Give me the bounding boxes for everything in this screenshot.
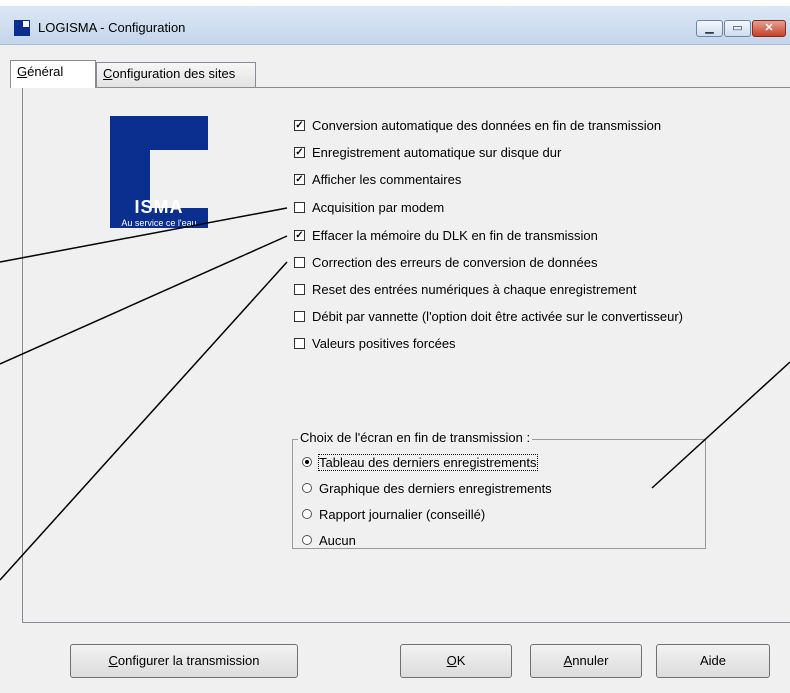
ok-label: K xyxy=(456,653,466,668)
option-label: Conversion automatique des données en fi… xyxy=(312,117,662,133)
tab-sites-config[interactable]: Configuration des sites xyxy=(96,62,256,87)
maximize-button[interactable]: ▭ xyxy=(724,20,751,37)
option-checkbox[interactable]: ✓ xyxy=(294,146,305,158)
maximize-icon: ▭ xyxy=(732,22,743,34)
ok-button[interactable]: OK xyxy=(400,644,512,678)
configure-mnemonic: C xyxy=(108,653,118,668)
option-checkbox[interactable] xyxy=(294,310,305,322)
screen-choice-option[interactable]: Tableau des derniers enregistrements xyxy=(302,452,538,472)
radio-label: Rapport journalier (conseillé) xyxy=(319,506,486,522)
help-button[interactable]: Aide xyxy=(656,644,770,678)
cancel-mnemonic: A xyxy=(563,653,573,668)
tab-general[interactable]: Général xyxy=(10,60,96,88)
cancel-button[interactable]: Annuler xyxy=(530,644,642,678)
option-checkbox[interactable] xyxy=(294,201,305,213)
isma-logo: ISMA Au service ce l'eau xyxy=(110,116,208,228)
option-checkbox[interactable]: ✓ xyxy=(294,173,305,185)
option-row[interactable]: Reset des entrées numériques à chaque en… xyxy=(294,279,636,299)
close-icon: ✕ xyxy=(764,22,774,34)
close-button[interactable]: ✕ xyxy=(752,20,786,37)
minimize-button[interactable]: ▁ xyxy=(696,20,723,37)
option-checkbox[interactable] xyxy=(294,256,305,268)
tab-sites-mnemonic: C xyxy=(103,66,113,81)
configure-transmission-button[interactable]: Configurer la transmission xyxy=(70,644,298,678)
radio-button[interactable] xyxy=(302,457,312,467)
minimize-icon: ▁ xyxy=(705,22,714,34)
option-label: Valeurs positives forcées xyxy=(312,335,456,351)
title-bar[interactable]: LOGISMA - Configuration ▁ ▭ ✕ xyxy=(0,6,790,45)
option-label: Reset des entrées numériques à chaque en… xyxy=(312,281,637,297)
option-checkbox[interactable] xyxy=(294,283,305,295)
logo-tagline: Au service ce l'eau xyxy=(121,218,197,228)
option-label: Acquisition par modem xyxy=(312,199,445,215)
screen-choice-title: Choix de l'écran en fin de transmission … xyxy=(298,430,533,445)
option-row[interactable]: ✓ Afficher les commentaires xyxy=(294,169,461,189)
option-label: Enregistrement automatique sur disque du… xyxy=(312,144,562,160)
option-label: Correction des erreurs de conversion de … xyxy=(312,254,598,270)
cancel-label: nnuler xyxy=(572,653,609,668)
option-row[interactable]: Débit par vannette (l'option doit être a… xyxy=(294,306,683,326)
radio-button[interactable] xyxy=(302,535,312,545)
radio-button[interactable] xyxy=(302,509,312,519)
tab-general-mnemonic: G xyxy=(17,64,28,79)
radio-label: Graphique des derniers enregistrements xyxy=(319,480,552,496)
configure-label: onfigurer la transmission xyxy=(117,653,260,668)
logo-text: ISMA xyxy=(134,197,184,217)
option-label: Afficher les commentaires xyxy=(312,171,462,187)
window-title: LOGISMA - Configuration xyxy=(38,20,186,35)
option-row[interactable]: ✓ Enregistrement automatique sur disque d… xyxy=(294,142,561,162)
option-row[interactable]: ✓ Effacer la mémoire du DLK en fin de tra… xyxy=(294,225,598,245)
radio-label: Aucun xyxy=(319,532,356,548)
option-label: Débit par vannette (l'option doit être a… xyxy=(312,308,684,324)
ok-mnemonic: O xyxy=(446,653,457,668)
tab-sites-label: onfiguration des sites xyxy=(112,66,236,81)
app-icon xyxy=(14,20,30,36)
option-row[interactable]: Valeurs positives forcées xyxy=(294,333,456,353)
option-label: Effacer la mémoire du DLK en fin de tran… xyxy=(312,227,598,243)
screen-choice-option[interactable]: Graphique des derniers enregistrements xyxy=(302,478,552,498)
option-row[interactable]: Correction des erreurs de conversion de … xyxy=(294,252,597,272)
tab-general-label: énéral xyxy=(27,64,64,79)
option-checkbox[interactable]: ✓ xyxy=(294,119,305,131)
option-checkbox[interactable] xyxy=(294,337,305,349)
help-label: Aide xyxy=(699,653,727,668)
option-row[interactable]: ✓ Conversion automatique des données en f… xyxy=(294,115,661,135)
option-checkbox[interactable]: ✓ xyxy=(294,229,305,241)
config-window: LOGISMA - Configuration ▁ ▭ ✕ Général Co… xyxy=(0,0,790,693)
screen-choice-option[interactable]: Rapport journalier (conseillé) xyxy=(302,504,485,524)
screen-choice-option[interactable]: Aucun xyxy=(302,530,356,550)
option-row[interactable]: Acquisition par modem xyxy=(294,197,444,217)
radio-label: Tableau des derniers enregistrements xyxy=(318,453,538,471)
radio-button[interactable] xyxy=(302,483,312,493)
